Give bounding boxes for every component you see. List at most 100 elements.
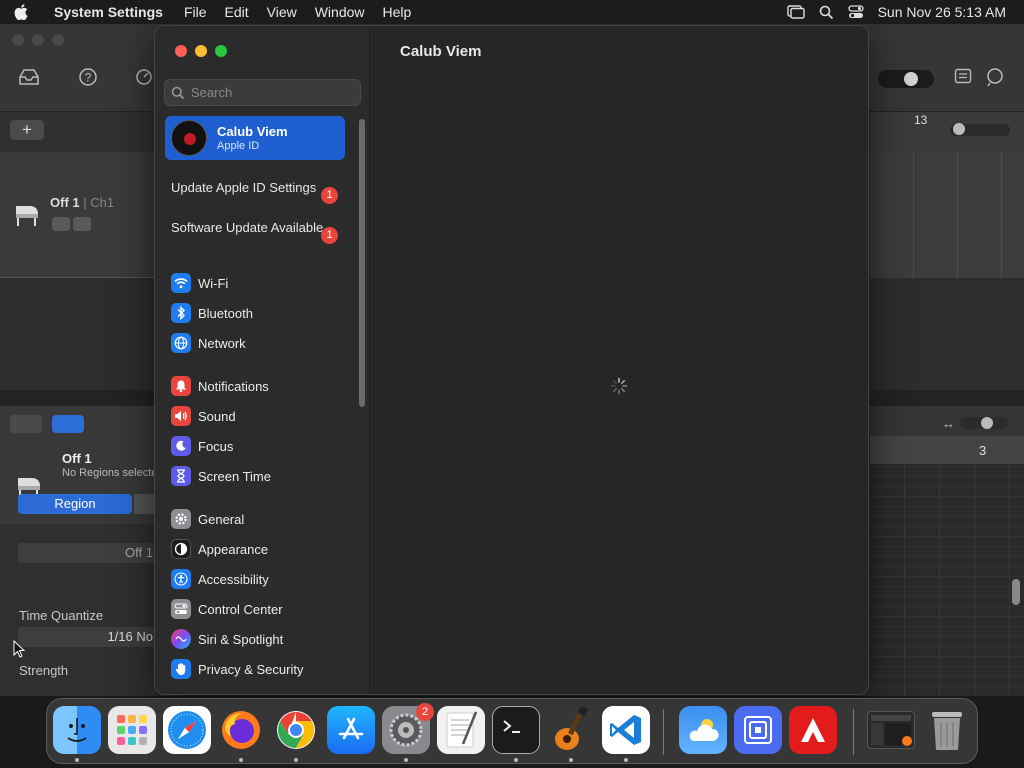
library-icon[interactable]	[18, 68, 40, 91]
sidebar-item-siri-spotlight[interactable]: Siri & Spotlight	[171, 628, 361, 650]
sidebar-item-apple-id[interactable]: Calub Viem Apple ID	[165, 116, 345, 160]
wifi-icon	[171, 273, 191, 293]
sidebar-item-accessibility[interactable]: Accessibility	[171, 568, 361, 590]
page-title: Calub Viem	[400, 43, 482, 60]
notes-tab[interactable]	[134, 494, 155, 514]
update-apple-id-settings-item[interactable]: Update Apple ID Settings	[171, 180, 346, 196]
dock-separator	[663, 709, 664, 755]
system-settings-window: Search Calub Viem Apple ID Update Apple …	[154, 25, 869, 695]
ruler-bar-number: 13	[914, 113, 928, 127]
search-icon	[171, 86, 185, 99]
horizontal-zoom-icon: ↔	[942, 416, 955, 431]
terminal-icon[interactable]	[492, 706, 540, 754]
add-track-button[interactable]: +	[10, 120, 44, 140]
app-name-menu[interactable]: System Settings	[54, 4, 163, 20]
chrome-icon[interactable]	[272, 706, 320, 754]
sidebar-item-label: Sound	[198, 408, 236, 424]
sidebar-item-label: Notifications	[198, 378, 269, 394]
trash-icon[interactable]	[923, 706, 971, 754]
moon-icon	[171, 436, 191, 456]
mute-button[interactable]	[52, 217, 70, 231]
vscode-icon[interactable]	[602, 706, 650, 754]
app-store-icon[interactable]	[327, 706, 375, 754]
sidebar-scrollbar[interactable]	[359, 119, 365, 407]
piano-roll-button[interactable]	[10, 415, 42, 433]
tracks-grid-empty	[870, 278, 1024, 390]
menu-view[interactable]: View	[267, 4, 297, 20]
smart-controls-icon[interactable]	[134, 67, 154, 92]
menu-help[interactable]: Help	[383, 4, 412, 20]
appearance-icon	[171, 539, 191, 559]
sidebar-item-focus[interactable]: Focus	[171, 435, 361, 457]
menu-window[interactable]: Window	[315, 4, 365, 20]
zoom-button[interactable]	[215, 45, 227, 57]
control-center-menu-icon[interactable]	[847, 5, 864, 19]
strength-label: Strength	[19, 663, 69, 678]
sidebar-item-bluetooth[interactable]: Bluetooth	[171, 302, 361, 324]
sidebar-item-wifi[interactable]: Wi-Fi	[171, 272, 361, 294]
sidebar-item-privacy-security[interactable]: Privacy & Security	[171, 658, 361, 680]
recent-window-icon[interactable]	[867, 711, 915, 749]
siri-icon	[171, 629, 191, 649]
menu-file[interactable]: File	[184, 4, 207, 20]
piano-roll-grid[interactable]	[870, 464, 1024, 696]
help-icon[interactable]: ?	[78, 67, 98, 92]
apple-menu-icon[interactable]	[14, 4, 40, 20]
svg-text:?: ?	[85, 71, 92, 85]
update-apple-id-badge: 1	[321, 187, 338, 204]
sidebar-item-sound[interactable]: Sound	[171, 405, 361, 427]
bluetooth-icon	[171, 303, 191, 323]
close-button[interactable]	[175, 45, 187, 57]
hourglass-icon	[171, 466, 191, 486]
zoom-slider-knob[interactable]	[953, 123, 965, 135]
software-update-badge: 1	[321, 227, 338, 244]
weather-icon[interactable]	[679, 706, 727, 754]
search-field[interactable]: Search	[164, 79, 361, 106]
bell-icon	[171, 376, 191, 396]
time-quantize-select[interactable]: 1/16 No	[18, 627, 155, 647]
sidebar-item-general[interactable]: General	[171, 508, 361, 530]
loop-browser-icon[interactable]	[986, 67, 1006, 92]
menu-edit[interactable]: Edit	[225, 4, 249, 20]
notepad-icon[interactable]	[954, 68, 972, 89]
region-name-field[interactable]: Off 1	[18, 543, 155, 563]
gb-close-button[interactable]	[12, 34, 24, 46]
tracks-grid[interactable]	[870, 152, 1024, 278]
sidebar-item-label: General	[198, 511, 245, 527]
sidebar-item-notifications[interactable]: Notifications	[171, 375, 361, 397]
adobe-icon[interactable]	[789, 706, 837, 754]
gb-zoom-button[interactable]	[52, 34, 64, 46]
editor-ruler[interactable]	[870, 436, 1024, 464]
score-button[interactable]	[52, 415, 84, 433]
firefox-running-dot	[239, 758, 243, 762]
gb-minimize-button[interactable]	[32, 34, 44, 46]
metronome-toggle[interactable]	[878, 70, 934, 88]
textedit-icon[interactable]	[437, 706, 485, 754]
search-placeholder: Search	[191, 85, 233, 100]
safari-icon[interactable]	[163, 706, 211, 754]
headphones-button[interactable]	[73, 217, 91, 231]
screen-sharing-icon[interactable]	[734, 706, 782, 754]
region-tab[interactable]: Region	[18, 494, 132, 514]
finder-icon[interactable]	[53, 706, 101, 754]
sidebar-item-network[interactable]: Network	[171, 332, 361, 354]
editor-zoom-knob[interactable]	[981, 417, 993, 429]
screen-mirroring-icon[interactable]	[786, 5, 805, 19]
menu-clock[interactable]: Sun Nov 26 5:13 AM	[878, 4, 1006, 20]
minimize-button[interactable]	[195, 45, 207, 57]
software-update-item[interactable]: Software Update Available	[171, 220, 346, 236]
editor-track-subtitle: No Regions selected	[62, 467, 154, 479]
launchpad-icon[interactable]	[108, 706, 156, 754]
garageband-icon[interactable]	[547, 706, 595, 754]
system-settings-badge: 2	[416, 703, 434, 721]
editor-scrollbar[interactable]	[1012, 579, 1020, 605]
system-settings-running-dot	[404, 758, 408, 762]
sidebar-item-appearance[interactable]: Appearance	[171, 538, 361, 560]
firefox-icon[interactable]	[217, 706, 265, 754]
vscode-running-dot	[624, 758, 628, 762]
sidebar-item-control-center[interactable]: Control Center	[171, 598, 361, 620]
hand-icon	[171, 659, 191, 679]
spotlight-search-icon[interactable]	[819, 5, 834, 20]
finder-running-dot	[75, 758, 79, 762]
sidebar-item-screen-time[interactable]: Screen Time	[171, 465, 361, 487]
